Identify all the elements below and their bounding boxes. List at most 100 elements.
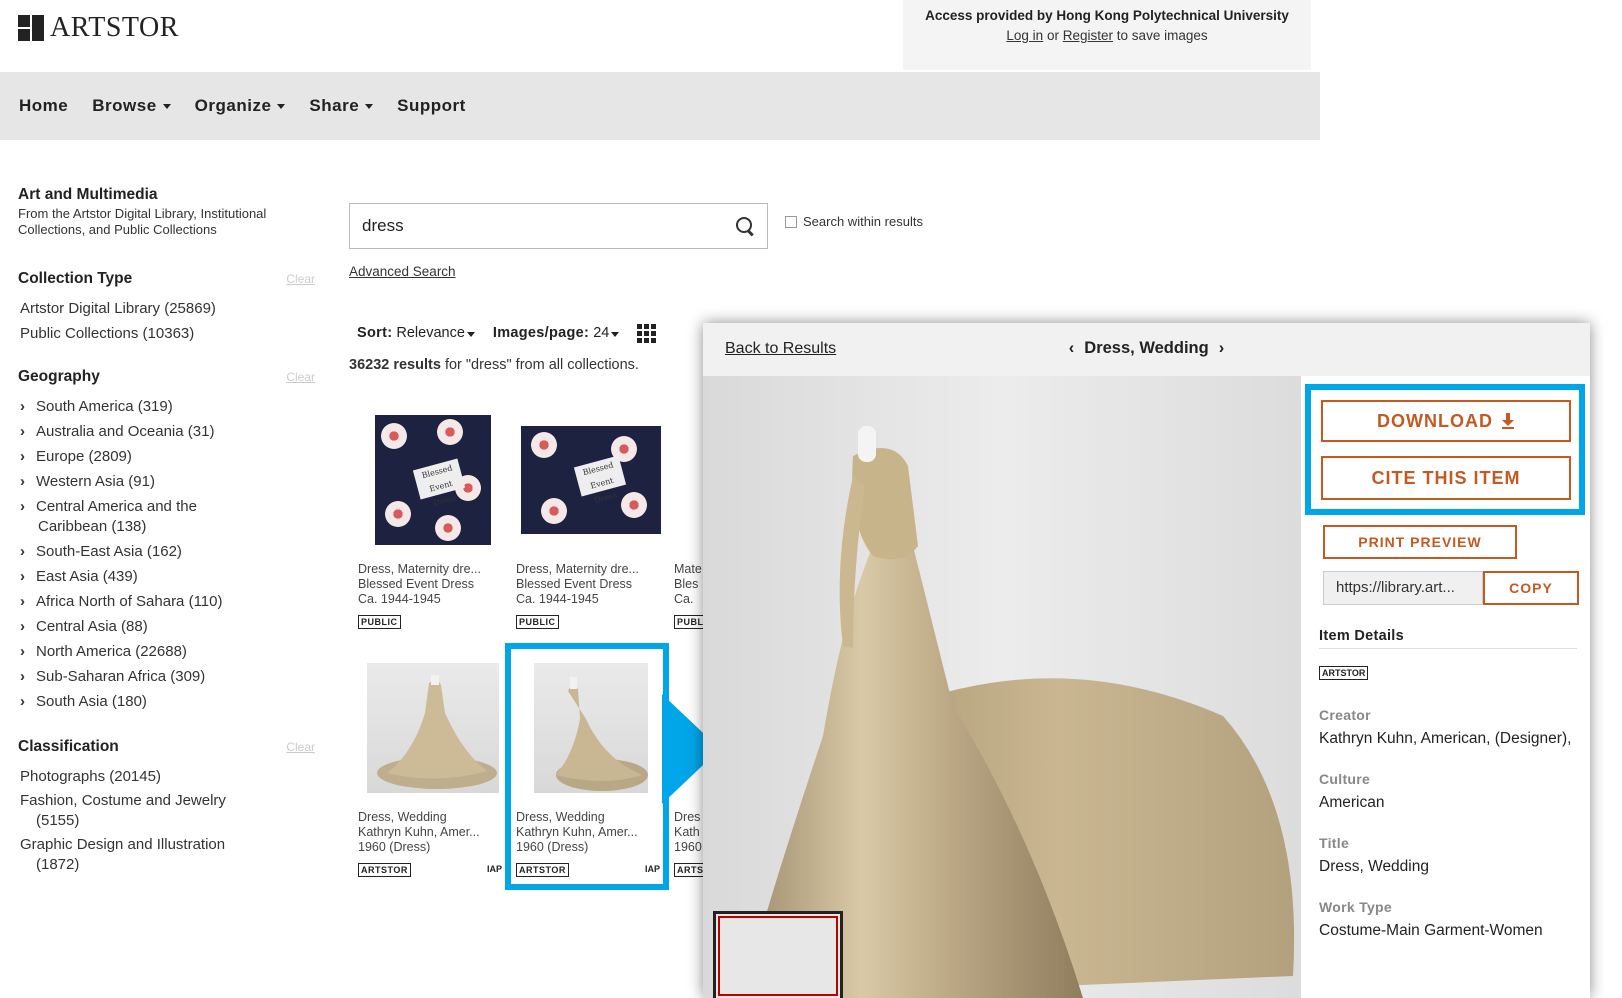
geo-item[interactable]: › Western Asia (91) <box>18 469 318 494</box>
geo-item[interactable]: › Sub-Saharan Africa (309) <box>18 664 318 689</box>
sort-bar: Sort: Relevance Images/page: 24 <box>357 324 657 343</box>
chevron-right-icon: › <box>20 593 25 610</box>
artstor-logo[interactable]: ARTSTOR <box>18 12 179 44</box>
result-card[interactable]: Blessed Event Dress Dress, Maternity dre… <box>358 410 508 629</box>
search-input[interactable]: dress <box>349 203 768 249</box>
iap-tag: IAP <box>486 864 502 874</box>
share-url-field[interactable]: https://library.art... <box>1323 571 1483 605</box>
result-card[interactable]: Blessed Event Dress Dress, Maternity dre… <box>516 410 666 629</box>
filter-item[interactable]: Public Collections (10363) <box>18 321 318 346</box>
artstor-badge: ARTSTOR <box>1319 666 1369 680</box>
thumbnail-image[interactable] <box>358 658 508 798</box>
nav-share[interactable]: Share <box>309 96 374 116</box>
filter-item[interactable]: Photographs (20145) <box>18 764 318 789</box>
geo-item[interactable]: › South America (319) <box>18 394 318 419</box>
public-badge: PUBLIC <box>358 615 401 629</box>
geo-item[interactable]: › Australia and Oceania (31) <box>18 419 318 444</box>
thumbnail-image[interactable]: Blessed Event Dress <box>358 410 508 550</box>
sidebar-subtitle: From the Artstor Digital Library, Instit… <box>18 206 267 237</box>
chevron-right-icon: › <box>20 473 25 490</box>
item-actions-sidebar: DOWNLOAD CITE THIS ITEM PRINT PREVIEW ht… <box>1301 376 1590 998</box>
chevron-right-icon: › <box>20 498 25 515</box>
chevron-right-icon: › <box>20 568 25 585</box>
download-icon <box>1501 413 1515 429</box>
search-icon[interactable] <box>735 216 755 236</box>
results-count: 36232 results for "dress" from all colle… <box>349 357 639 373</box>
chevron-right-icon[interactable]: › <box>1219 339 1225 358</box>
print-preview-button[interactable]: PRINT PREVIEW <box>1323 525 1517 559</box>
thumbnail-strip-item[interactable] <box>713 911 843 998</box>
geo-item[interactable]: › East Asia (439) <box>18 564 318 589</box>
app-root: ARTSTOR Access provided by Hong Kong Pol… <box>0 0 1622 998</box>
geo-item[interactable]: › Africa North of Sahara (110) <box>18 589 318 614</box>
filter-sidebar: Art and Multimedia From the Artstor Digi… <box>18 186 318 873</box>
geo-item[interactable]: › Europe (2809) <box>18 444 318 469</box>
selected-thumbnail-highlight <box>505 643 669 890</box>
nav-browse[interactable]: Browse <box>92 96 171 116</box>
item-image-viewer[interactable] <box>703 376 1301 998</box>
cite-item-button[interactable]: CITE THIS ITEM <box>1321 456 1571 500</box>
search-within-toggle[interactable]: Search within results <box>785 214 923 229</box>
thumbnail-image[interactable]: Blessed Event Dress <box>516 410 666 550</box>
geo-item[interactable]: › South-East Asia (162) <box>18 539 318 564</box>
collection-type-clear[interactable]: Clear <box>286 272 315 286</box>
caret-down-icon <box>466 332 475 337</box>
wedding-dress-image <box>743 426 1295 998</box>
chevron-right-icon: › <box>20 448 25 465</box>
chevron-right-icon: › <box>20 423 25 440</box>
search-within-label: Search within results <box>803 214 923 229</box>
chevron-right-icon: › <box>20 398 25 415</box>
geography-heading: Geography <box>18 368 100 385</box>
detail-creator: Creator Kathryn Kuhn, American, (Designe… <box>1319 707 1572 747</box>
geo-item[interactable]: › South Asia (180) <box>18 689 318 714</box>
grid-view-icon[interactable] <box>637 324 657 343</box>
geo-item[interactable]: › Central Asia (88) <box>18 614 318 639</box>
classification-clear[interactable]: Clear <box>286 740 315 754</box>
classification-heading: Classification <box>18 738 119 755</box>
register-link[interactable]: Register <box>1063 28 1113 43</box>
logo-mark-icon <box>18 15 44 41</box>
sort-dropdown[interactable]: Sort: Relevance <box>357 325 475 341</box>
chevron-right-icon: › <box>20 618 25 635</box>
artstor-badge: ARTSTOR <box>358 863 411 877</box>
search-within-checkbox[interactable] <box>785 215 797 228</box>
caret-down-icon <box>611 332 620 337</box>
chevron-right-icon: › <box>20 643 25 660</box>
nav-organize[interactable]: Organize <box>195 96 286 116</box>
caret-down-icon <box>365 103 374 109</box>
nav-home[interactable]: Home <box>19 96 68 116</box>
geography-clear[interactable]: Clear <box>286 370 315 384</box>
filter-item[interactable]: Artstor Digital Library (25869) <box>18 296 318 321</box>
logo-text: ARTSTOR <box>50 12 179 43</box>
detail-culture: Culture American <box>1319 771 1385 811</box>
geo-item[interactable]: › North America (22688) <box>18 639 318 664</box>
label-patch: Blessed Event Dress <box>573 455 627 505</box>
geo-item[interactable]: › Central America and the Caribbean (138) <box>18 494 318 539</box>
caret-down-icon <box>277 103 286 109</box>
detail-title: Title Dress, Wedding <box>1319 835 1429 875</box>
or-text: or <box>1046 28 1059 43</box>
gown-image <box>377 675 497 789</box>
panel-title: Dress, Wedding <box>1084 339 1209 357</box>
collection-type-heading: Collection Type <box>18 270 133 287</box>
filter-item[interactable]: Fashion, Costume and Jewelry (5155) <box>18 789 318 831</box>
result-card[interactable]: Dress, Wedding Kathryn Kuhn, Amer... 1960 … <box>358 658 508 877</box>
per-page-dropdown[interactable]: Images/page: 24 <box>493 325 620 341</box>
save-text: to save images <box>1116 28 1208 43</box>
public-badge: PUBLIC <box>516 615 559 629</box>
download-button[interactable]: DOWNLOAD <box>1321 400 1571 442</box>
panel-title-bar: ‹ Dress, Wedding › <box>703 339 1590 358</box>
nav-support[interactable]: Support <box>397 96 466 116</box>
collection-type-section: Collection Type Clear Artstor Digital Li… <box>18 270 318 346</box>
detail-work-type: Work Type Costume-Main Garment-Women <box>1319 899 1543 939</box>
login-register-line: Log in or Register to save images <box>903 28 1311 43</box>
access-text: Access provided by Hong Kong Polytechnic… <box>925 8 1289 23</box>
login-link[interactable]: Log in <box>1006 28 1043 43</box>
chevron-left-icon[interactable]: ‹ <box>1069 339 1075 358</box>
primary-actions-highlight: DOWNLOAD CITE THIS ITEM <box>1305 384 1585 515</box>
classification-section: Classification Clear Photographs (20145)… <box>18 738 318 875</box>
item-details-heading: Item Details <box>1319 628 1577 649</box>
copy-url-button[interactable]: COPY <box>1483 571 1579 605</box>
filter-item[interactable]: Graphic Design and Illustration (1872) <box>18 831 318 875</box>
advanced-search-link[interactable]: Advanced Search <box>349 264 456 279</box>
